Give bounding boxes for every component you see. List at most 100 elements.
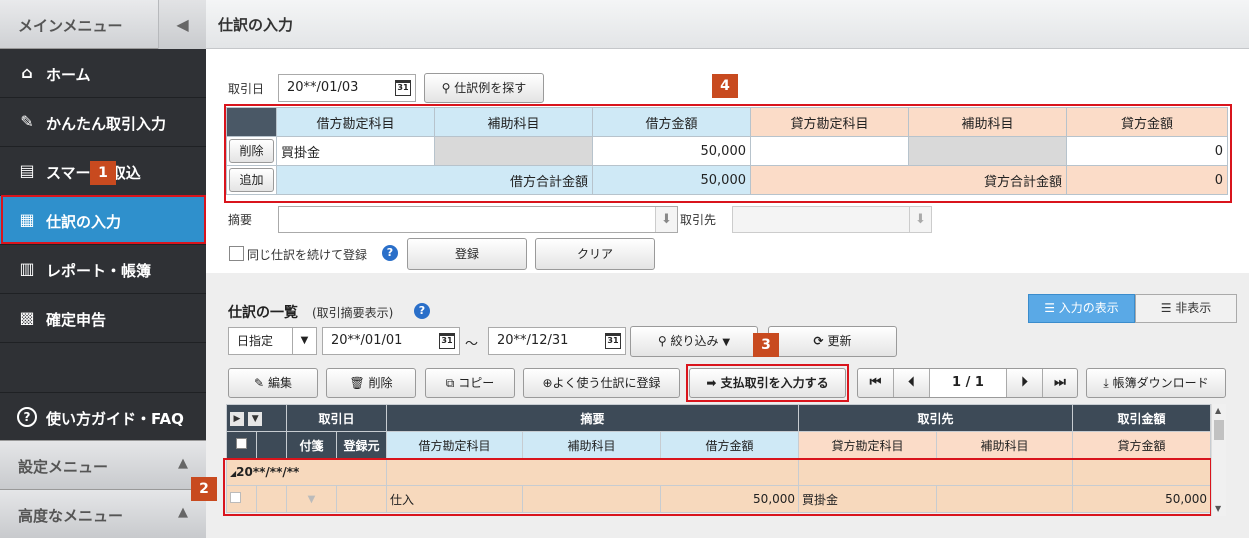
page-indicator: 1 / 1: [930, 369, 1006, 397]
header-credit-sub: 補助科目: [936, 431, 1074, 459]
favorite-button[interactable]: ⊕よく使う仕訳に登録: [523, 368, 680, 398]
highlight-box-1: [1, 195, 206, 244]
download-label: 帳簿ダウンロード: [1112, 376, 1209, 390]
date-from-value: 20**/01/01: [331, 333, 403, 348]
chevron-up-icon: ▲: [178, 456, 188, 471]
last-page-icon[interactable]: ⏭: [1042, 369, 1077, 397]
copy-button[interactable]: ⧉ コピー: [425, 368, 515, 398]
caret-down-icon: ▼: [722, 337, 731, 348]
sidebar-item-label: 確定申告: [46, 311, 107, 329]
calculator-icon: ▩: [19, 308, 35, 327]
clear-button[interactable]: クリア: [535, 238, 655, 270]
page-title: 仕訳の入力: [218, 16, 294, 34]
sidebar-item-help[interactable]: ? 使い方ガイド・FAQ: [0, 392, 206, 441]
range-type-select[interactable]: 日指定 ▼: [228, 327, 317, 355]
page-total: 1: [974, 375, 984, 390]
collapse-sidebar-icon[interactable]: ◀: [158, 0, 206, 49]
sidebar-item-tax-return[interactable]: ▩ 確定申告: [0, 294, 206, 343]
date-label: 取引日: [228, 82, 265, 96]
settings-menu[interactable]: 設定メニュー ▲: [0, 440, 206, 489]
refresh-button[interactable]: ⟳ 更新: [768, 326, 897, 357]
hide-input-label: 非表示: [1175, 301, 1212, 315]
expand-icon[interactable]: ▶: [230, 412, 244, 426]
callout-badge-2: 2: [191, 477, 217, 501]
edit-button[interactable]: ✎ 編集: [228, 368, 318, 398]
arrow-down-icon[interactable]: ⬇: [909, 207, 931, 232]
download-button[interactable]: ⤓ 帳簿ダウンロード: [1086, 368, 1226, 398]
copy-icon: ⧉: [445, 376, 455, 390]
memo-input[interactable]: ⬇: [278, 206, 678, 233]
callout-badge-4: 4: [712, 74, 738, 98]
import-icon: ▤: [19, 161, 35, 180]
expand-controls[interactable]: ▶ ▼: [226, 404, 287, 432]
page-header: 仕訳の入力: [206, 0, 1249, 49]
header-partner[interactable]: 取引先: [798, 404, 1074, 432]
header-blank: [256, 431, 287, 459]
memo-label: 摘要: [228, 213, 253, 227]
next-page-icon[interactable]: ⏵: [1006, 369, 1042, 397]
select-all-checkbox[interactable]: [236, 438, 247, 449]
select-all-cell: [226, 431, 257, 459]
scroll-down-icon[interactable]: ▼: [1215, 504, 1221, 513]
hide-input-button[interactable]: ☰ 非表示: [1135, 294, 1237, 323]
prev-page-icon[interactable]: ⏴: [894, 369, 930, 397]
sidebar-item-label: レポート・帳簿: [46, 262, 152, 280]
pencil-icon: ✎: [254, 376, 265, 390]
sidebar-item-easy-entry[interactable]: ✎ かんたん取引入力: [0, 98, 206, 147]
search-example-label: 仕訳例を探す: [454, 81, 527, 95]
header-memo[interactable]: 摘要: [386, 404, 800, 432]
date-to-input[interactable]: 20**/12/31 31: [488, 327, 626, 355]
header-debit-amount: 借方金額: [660, 431, 800, 459]
question-circle-icon: ?: [17, 407, 37, 427]
sidebar-item-home[interactable]: ⌂ ホーム: [0, 49, 206, 98]
calendar-icon[interactable]: 31: [439, 333, 455, 349]
header-debit-sub: 補助科目: [522, 431, 662, 459]
advanced-menu-label: 高度なメニュー: [18, 507, 124, 525]
download-icon: ⤓: [1103, 376, 1109, 390]
partner-input[interactable]: ⬇: [732, 206, 932, 233]
list-scrollbar[interactable]: ▲ ▼: [1211, 404, 1226, 516]
home-icon: ⌂: [21, 63, 33, 82]
chart-icon: ▥: [19, 259, 35, 278]
scroll-up-icon[interactable]: ▲: [1215, 406, 1221, 415]
calendar-icon[interactable]: 31: [395, 80, 411, 96]
scroll-thumb[interactable]: [1214, 420, 1224, 440]
help-icon[interactable]: ?: [382, 245, 398, 261]
sidebar-item-label: 使い方ガイド・FAQ: [46, 410, 184, 428]
collapse-icon[interactable]: ▼: [248, 412, 263, 426]
refresh-label: 更新: [827, 334, 852, 348]
search-example-button[interactable]: ⚲ 仕訳例を探す: [424, 73, 544, 103]
header-attach: 付箋: [286, 431, 337, 459]
register-button[interactable]: 登録: [407, 238, 527, 270]
sidebar-header: メインメニュー ◀: [0, 0, 206, 49]
header-credit-account: 貸方勘定科目: [798, 431, 938, 459]
help-icon[interactable]: ?: [414, 303, 430, 319]
filter-button[interactable]: ⚲ 絞り込み ▼: [630, 326, 758, 357]
filter-label: 絞り込み: [670, 334, 719, 348]
highlight-box-4: [224, 104, 1232, 203]
delete-button[interactable]: 🗑 削除: [326, 368, 416, 398]
list-title: 仕訳の一覧: [228, 305, 298, 321]
bookmark-icon: ⊕: [542, 376, 553, 390]
caret-down-icon: ▼: [292, 328, 316, 354]
header-amount[interactable]: 取引金額: [1072, 404, 1212, 432]
partner-label: 取引先: [680, 213, 717, 227]
range-tilde: ～: [465, 337, 479, 352]
date-from-input[interactable]: 20**/01/01 31: [322, 327, 460, 355]
settings-menu-label: 設定メニュー: [18, 458, 109, 476]
arrow-down-icon[interactable]: ⬇: [655, 207, 677, 232]
copy-label: コピー: [458, 376, 495, 390]
calendar-icon[interactable]: 31: [605, 333, 621, 349]
date-input[interactable]: 20**/01/03 31: [278, 74, 416, 102]
list-icon: ☰: [1160, 301, 1176, 315]
advanced-menu[interactable]: 高度なメニュー ▲: [0, 489, 206, 538]
edit-label: 編集: [267, 376, 292, 390]
highlight-box-2: [223, 458, 1212, 516]
show-input-button[interactable]: ☰ 入力の表示: [1028, 294, 1135, 323]
date-value: 20**/01/03: [287, 80, 359, 95]
repeat-checkbox[interactable]: [229, 246, 244, 261]
sidebar-item-reports[interactable]: ▥ レポート・帳簿: [0, 245, 206, 294]
header-credit-amount: 貸方金額: [1072, 431, 1212, 459]
first-page-icon[interactable]: ⏮: [858, 369, 894, 397]
header-date[interactable]: 取引日: [285, 404, 388, 432]
